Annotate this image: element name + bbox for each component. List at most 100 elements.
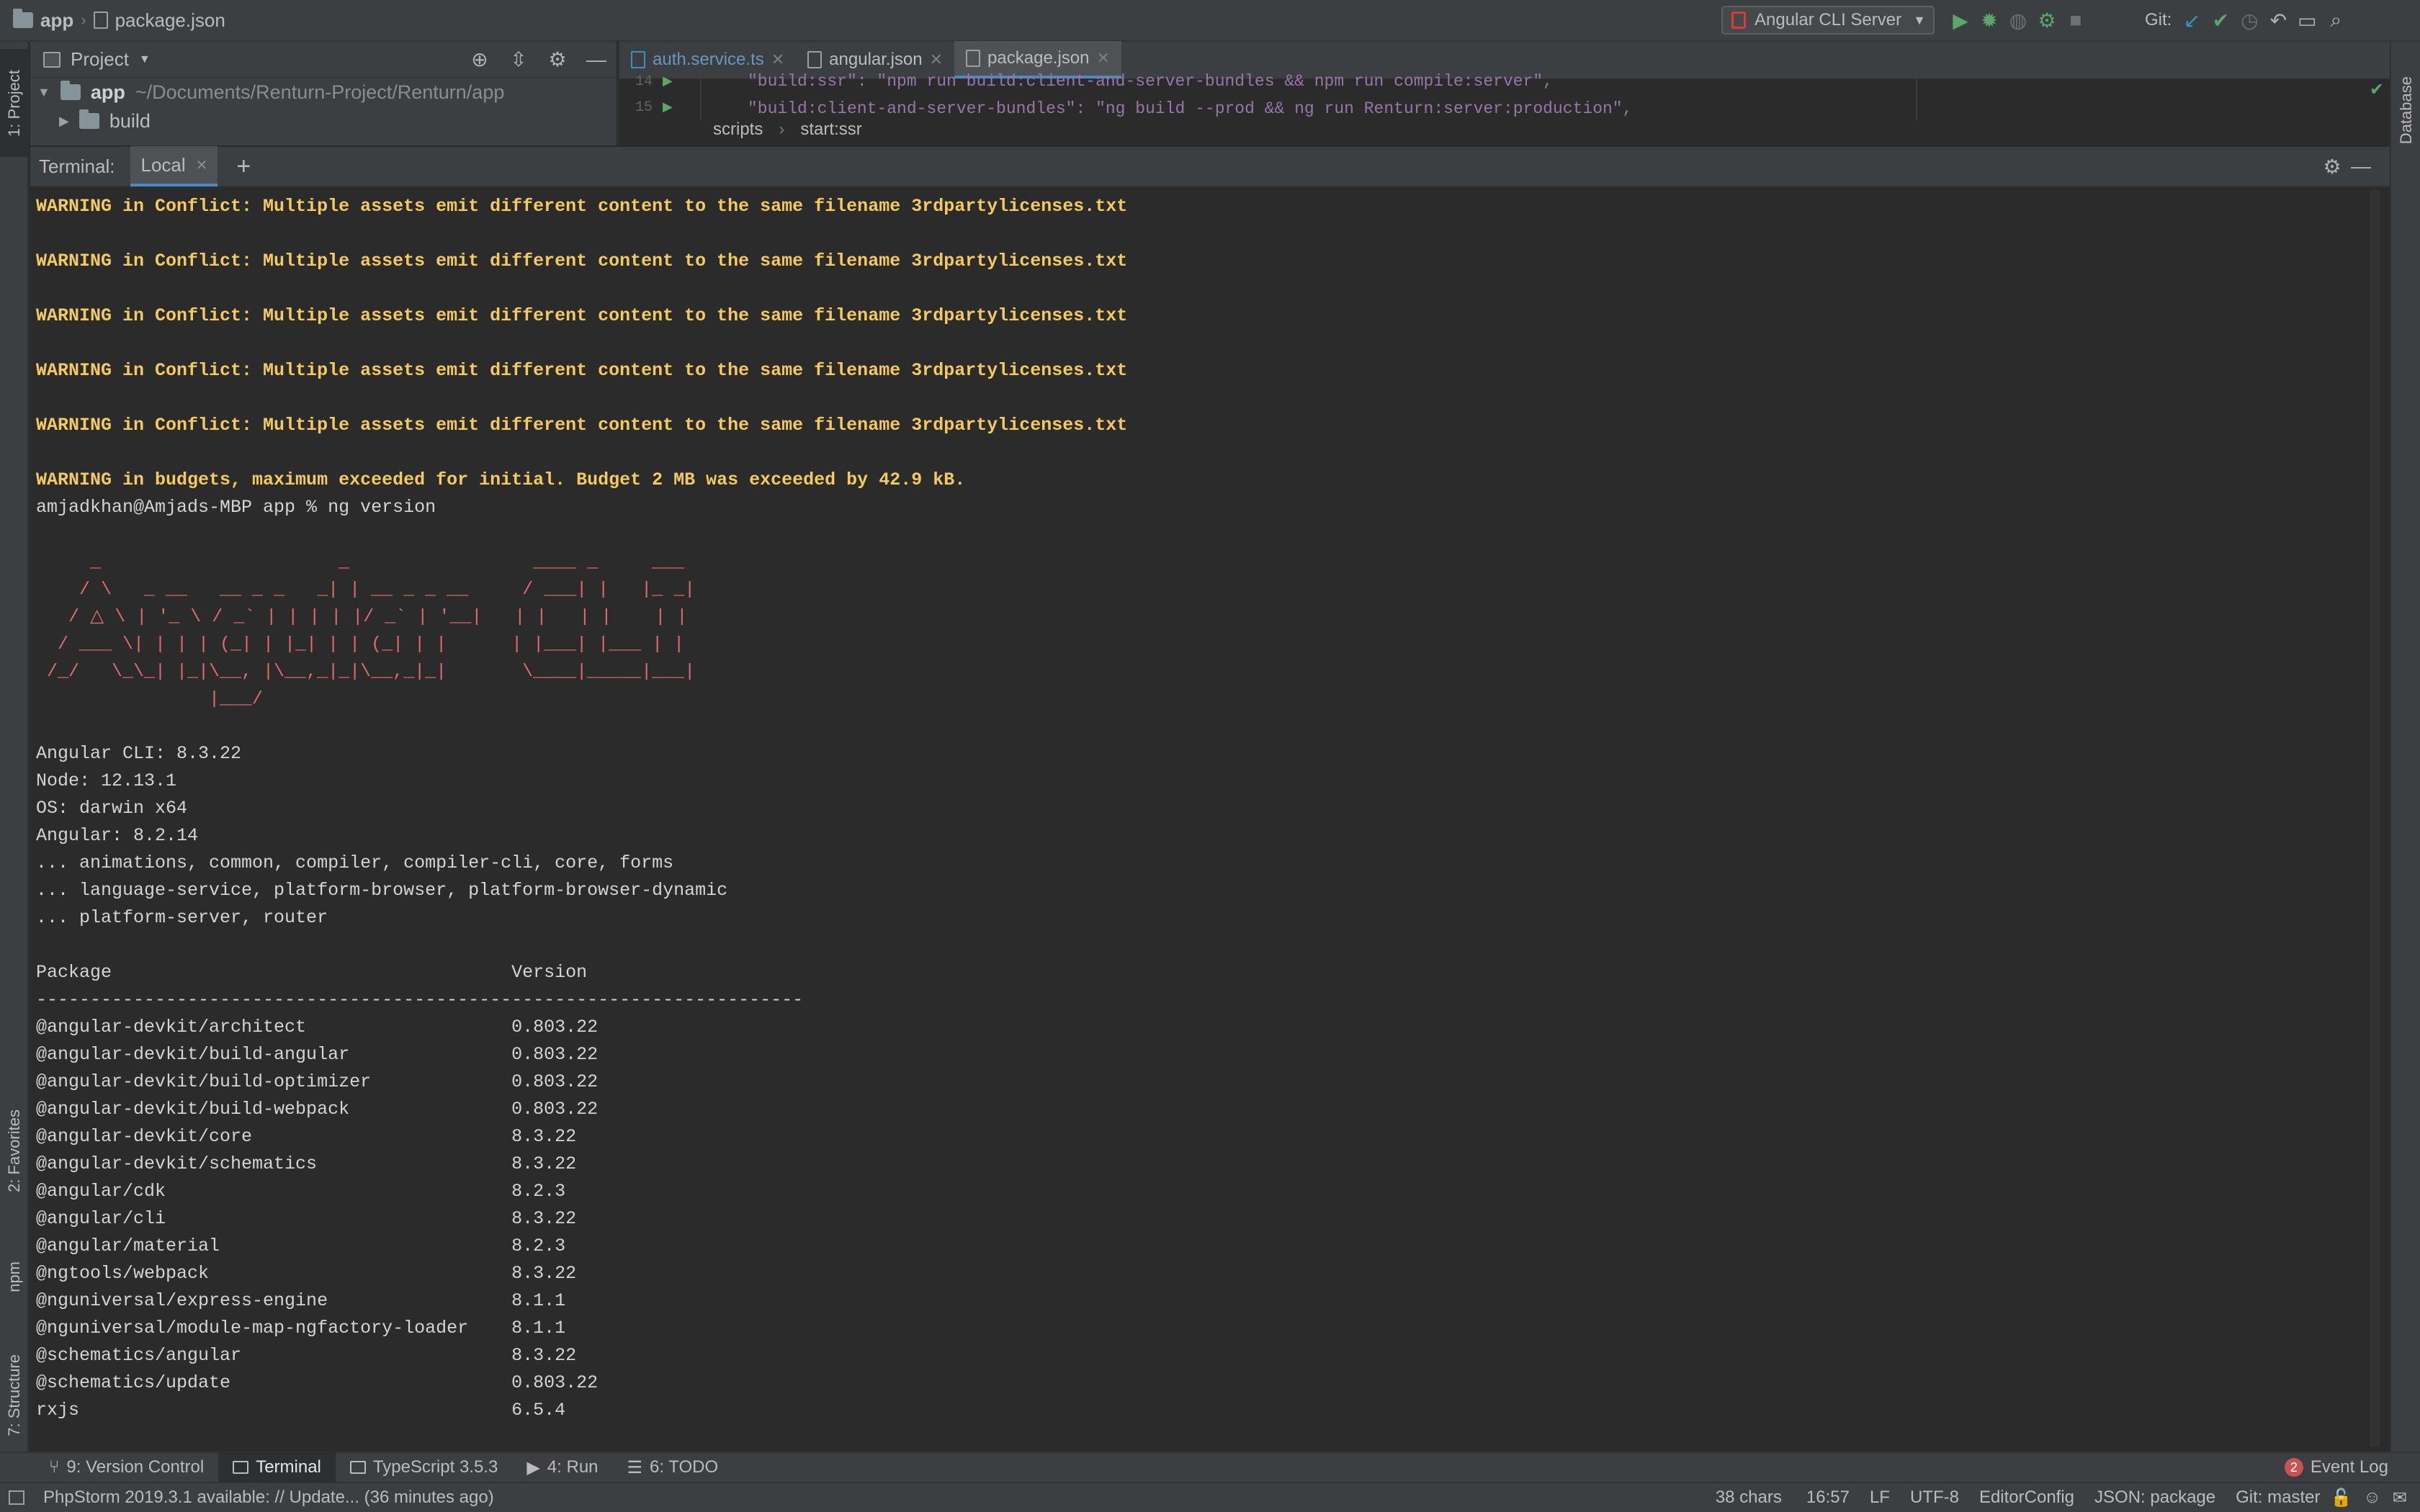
- terminal-tab-local[interactable]: Local ✕: [130, 146, 218, 186]
- terminal-title: Terminal:: [39, 155, 115, 177]
- package-row: @angular/cdk 8.2.3: [36, 1181, 566, 1202]
- minimize-icon[interactable]: —: [2347, 152, 2375, 181]
- project-panel-header: Project ▼ ⊕ ⇳ ⚙ —: [30, 42, 617, 78]
- debug-icon[interactable]: ✹: [1975, 6, 2004, 35]
- status-editorconfig[interactable]: EditorConfig: [1979, 1488, 2074, 1508]
- stripe-tab-favorites[interactable]: 2: Favorites: [0, 1079, 29, 1223]
- notifications-icon[interactable]: ✉: [2393, 1488, 2407, 1508]
- event-count-badge: 2: [2284, 1458, 2303, 1477]
- stripe-tab-project[interactable]: 1: Project: [0, 49, 29, 157]
- nav-crumb-file[interactable]: package.json: [115, 9, 225, 32]
- breadcrumb-scripts[interactable]: scripts: [713, 120, 763, 140]
- left-tool-stripe: 1: Project 2: Favorites npm 7: Structure: [0, 42, 29, 1480]
- vcs-commit-icon[interactable]: ✔: [2206, 6, 2235, 35]
- stripe-tab-npm[interactable]: npm: [0, 1237, 29, 1316]
- chevron-right-icon: ›: [779, 120, 785, 139]
- tool-tab-version-control[interactable]: ⑂ 9: Version Control: [35, 1452, 218, 1482]
- stripe-tab-structure-label: 7: Structure: [5, 1354, 23, 1436]
- close-icon[interactable]: ✕: [1096, 49, 1109, 68]
- breadcrumb-start-ssr[interactable]: start:ssr: [800, 120, 861, 140]
- history-icon[interactable]: ◷: [2235, 6, 2264, 35]
- collapse-all-icon[interactable]: ⇳: [504, 45, 533, 74]
- stripe-tab-favorites-label: 2: Favorites: [5, 1109, 23, 1192]
- ascii-line: / ___ \| | | | (_| | |_| | | (_| | | | |…: [36, 634, 685, 654]
- nav-crumb-app[interactable]: app: [40, 9, 73, 32]
- run-icon[interactable]: ▶: [1946, 6, 1975, 35]
- add-terminal-icon[interactable]: +: [236, 153, 251, 181]
- status-caret-position[interactable]: 16:57: [1806, 1488, 1850, 1508]
- branch-icon: ⑂: [49, 1457, 60, 1477]
- package-row: @angular-devkit/schematics 8.3.22: [36, 1153, 577, 1174]
- lock-icon[interactable]: 🔓: [2330, 1488, 2352, 1508]
- version-info-line: Node: 12.13.1: [36, 770, 177, 791]
- terminal-scrollbar[interactable]: [2370, 190, 2380, 1446]
- package-row: @schematics/update 0.803.22: [36, 1372, 599, 1393]
- code-line-14[interactable]: "build:ssr": "npm run build:client-and-s…: [748, 72, 1553, 91]
- package-row: @angular/material 8.2.3: [36, 1236, 566, 1256]
- terminal-warning: WARNING in Conflict: Multiple assets emi…: [36, 415, 1128, 436]
- version-info-line: ... platform-server, router: [36, 907, 328, 928]
- stripe-tab-database[interactable]: Database: [2391, 56, 2420, 164]
- tree-item-build[interactable]: ▶ build: [30, 107, 617, 135]
- terminal-warning: WARNING in Conflict: Multiple assets emi…: [36, 251, 1128, 271]
- project-panel-title[interactable]: Project: [71, 48, 129, 71]
- tool-tab-typescript[interactable]: TypeScript 3.5.3: [336, 1452, 512, 1482]
- search-icon[interactable]: ⌕: [2321, 6, 2350, 35]
- layout-icon[interactable]: ▭: [2293, 6, 2321, 35]
- right-tool-stripe: Database: [2390, 42, 2420, 1480]
- run-script-icon[interactable]: ▶: [663, 99, 673, 114]
- ide-window: app › package.json Angular CLI Server ▼ …: [0, 0, 2420, 1512]
- status-git-branch[interactable]: Git: master: [2236, 1488, 2320, 1508]
- close-icon[interactable]: ✕: [196, 156, 208, 174]
- terminal-warning: WARNING in Conflict: Multiple assets emi…: [36, 360, 1128, 381]
- terminal-output[interactable]: WARNING in Conflict: Multiple assets emi…: [30, 187, 2390, 1446]
- gear-icon[interactable]: ⚙: [543, 45, 572, 74]
- package-row: @angular-devkit/build-optimizer 0.803.22: [36, 1071, 599, 1092]
- package-row: rxjs 6.5.4: [36, 1400, 566, 1421]
- chevron-down-icon: ▼: [1913, 12, 1926, 27]
- stripe-tab-structure[interactable]: 7: Structure: [0, 1323, 29, 1467]
- coverage-icon[interactable]: ◍: [2004, 6, 2033, 35]
- close-icon[interactable]: ✕: [930, 50, 943, 69]
- tool-tab-todo[interactable]: ☰ 6: TODO: [613, 1452, 733, 1482]
- rollback-icon[interactable]: ↶: [2264, 6, 2293, 35]
- tool-tab-event-log[interactable]: 2 Event Log: [2270, 1452, 2403, 1482]
- tree-expanded-icon[interactable]: ▼: [37, 85, 50, 100]
- locate-icon[interactable]: ⊕: [465, 45, 494, 74]
- editor-tab-label: auth.service.ts: [653, 50, 764, 69]
- profile-icon[interactable]: ⚙: [2033, 6, 2061, 35]
- tree-item-app-path: ~/Documents/Renturn-Project/Renturn/app: [135, 81, 505, 103]
- toggle-tool-windows-icon[interactable]: [9, 1490, 24, 1505]
- folder-icon: [79, 109, 99, 129]
- close-icon[interactable]: ✕: [771, 50, 784, 69]
- gear-icon[interactable]: ⚙: [2318, 152, 2347, 181]
- stop-icon[interactable]: ■: [2061, 6, 2090, 35]
- version-info-line: Angular: 8.2.14: [36, 825, 199, 846]
- vcs-update-icon[interactable]: ↙: [2177, 6, 2206, 35]
- package-row: @nguniversal/express-engine 8.1.1: [36, 1290, 566, 1311]
- editor-area: auth.service.ts ✕ angular.json ✕ package…: [618, 41, 2390, 145]
- run-script-icon[interactable]: ▶: [663, 73, 673, 89]
- status-encoding[interactable]: UTF-8: [1910, 1488, 1959, 1508]
- minimize-icon[interactable]: —: [582, 45, 611, 74]
- ascii-line: _ _ ____ _ ___: [36, 552, 685, 572]
- terminal-warning: WARNING in Conflict: Multiple assets emi…: [36, 196, 1128, 217]
- editor-breadcrumb: scripts › start:ssr: [713, 120, 862, 140]
- tree-item-app[interactable]: ▼ app ~/Documents/Renturn-Project/Rentur…: [30, 78, 617, 107]
- tool-tab-run[interactable]: ▶ 4: Run: [512, 1452, 612, 1482]
- status-message[interactable]: PhpStorm 2019.3.1 available: // Update..…: [43, 1488, 494, 1508]
- status-line-separator[interactable]: LF: [1870, 1488, 1890, 1508]
- tree-collapsed-icon[interactable]: ▶: [59, 114, 69, 129]
- inspector-icon[interactable]: ☺: [2363, 1488, 2381, 1508]
- stripe-tab-database-label: Database: [2397, 76, 2415, 145]
- package-row: @angular/cli 8.3.22: [36, 1208, 577, 1229]
- terminal-prompt: amjadkhan@Amjads-MBP app % ng version: [36, 497, 436, 518]
- status-json-schema[interactable]: JSON: package: [2094, 1488, 2215, 1508]
- chevron-down-icon[interactable]: ▼: [139, 53, 151, 66]
- tool-tab-label: 6: TODO: [650, 1457, 719, 1477]
- run-config-select[interactable]: Angular CLI Server ▼: [1721, 6, 1935, 35]
- tool-tab-terminal[interactable]: Terminal: [218, 1452, 336, 1482]
- inspection-ok-icon[interactable]: ✔: [2370, 79, 2384, 100]
- code-line-15[interactable]: "build:client-and-server-bundles": "ng b…: [748, 99, 1632, 118]
